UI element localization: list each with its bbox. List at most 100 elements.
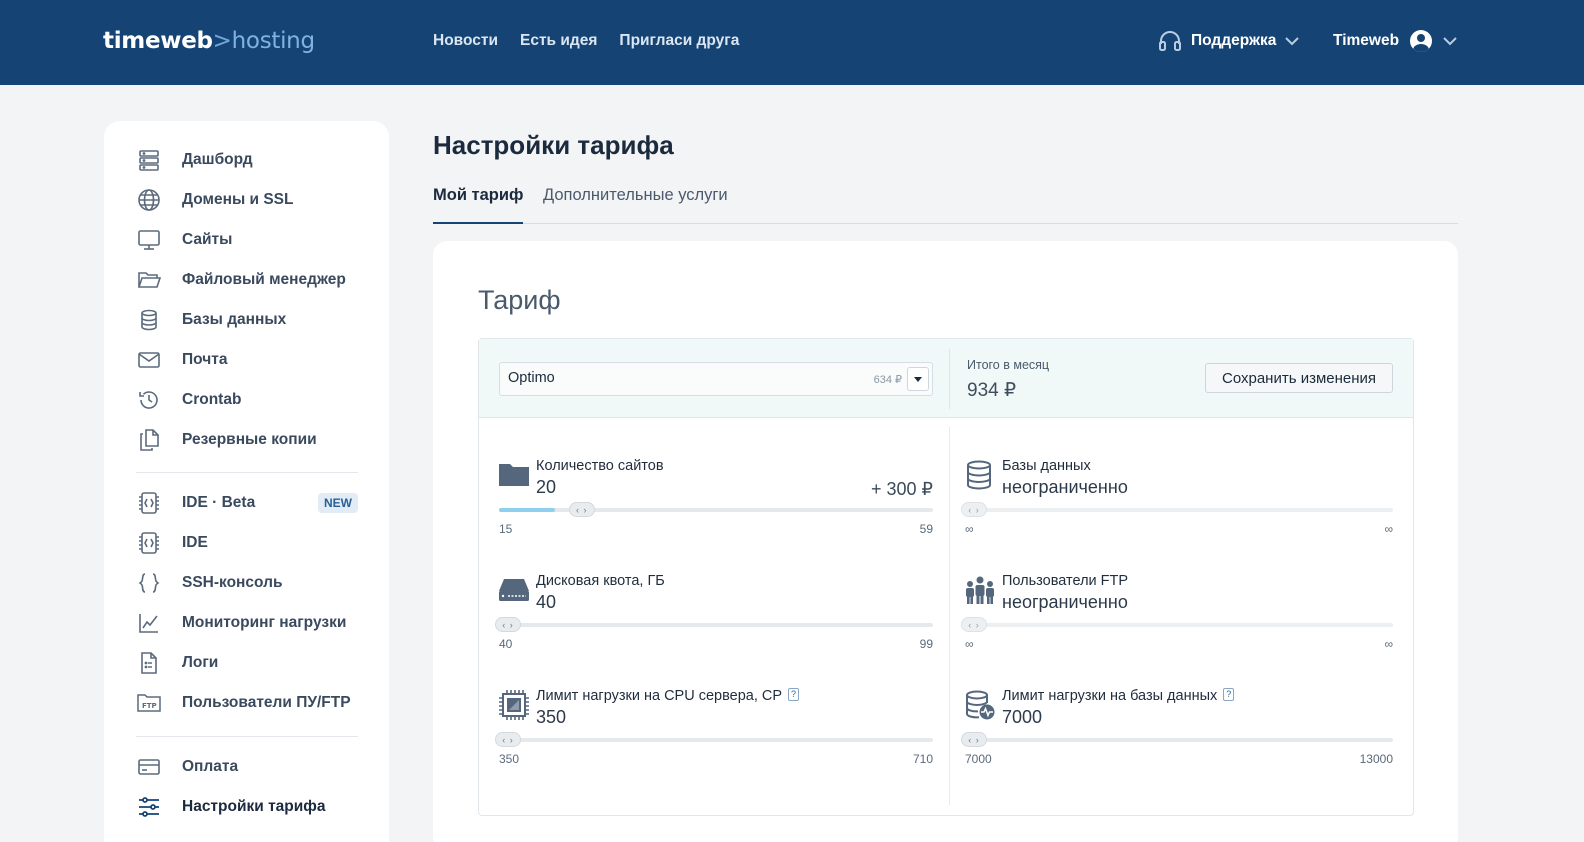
sidebar-item-ide-beta[interactable]: IDE · Beta NEW (136, 488, 358, 518)
slider-min: 15 (499, 522, 513, 536)
slider-thumb[interactable]: ‹ › (961, 617, 987, 632)
save-changes-button[interactable]: Сохранить изменения (1205, 363, 1393, 393)
avatar-icon (1410, 30, 1433, 52)
sidebar-item-ide[interactable]: IDE (136, 528, 358, 558)
plan-select[interactable]: Optimo 634 ₽ (499, 362, 933, 396)
sidebar-item-logs[interactable]: Логи (136, 648, 358, 678)
slider-track[interactable]: ‹ › (495, 617, 933, 632)
tariff-panel: Optimo 634 ₽ Итого в месяц 934 ₽ Сохрани… (478, 338, 1414, 816)
column-divider (949, 427, 950, 805)
slider-track[interactable]: ‹ › (961, 732, 1393, 747)
slider-thumb[interactable]: ‹ › (961, 502, 987, 517)
chart-line-icon (136, 610, 162, 636)
support-menu[interactable]: Поддержка (1158, 30, 1300, 52)
nav-idea[interactable]: Есть идея (520, 32, 597, 50)
param-disk-quota: Дисковая квота, ГБ 40 ‹ › 40 99 (495, 573, 933, 673)
sidebar-item-label: SSH-консоль (182, 574, 283, 591)
support-label: Поддержка (1191, 32, 1277, 49)
sidebar-item-monitoring[interactable]: Мониторинг нагрузки (136, 608, 358, 638)
sidebar-item-label: Оплата (182, 758, 239, 775)
tariff-card-title: Тариф (478, 285, 561, 315)
sidebar-item-tariff-settings[interactable]: Настройки тарифа (136, 792, 358, 822)
sidebar-item-ssh[interactable]: SSH-консоль (136, 568, 358, 598)
sidebar-item-label: Пользователи ПУ/FTP (182, 694, 351, 711)
param-value: 40 (536, 592, 557, 612)
tariff-card: Тариф Optimo 634 ₽ Итого в месяц 934 ₽ С… (433, 241, 1458, 842)
param-label-text: Лимит нагрузки на базы данных (1002, 688, 1218, 704)
param-label-text: Лимит нагрузки на CPU сервера, CP (536, 688, 783, 704)
folder-icon (499, 460, 529, 490)
param-label: Количество сайтов (536, 458, 664, 474)
nav-news[interactable]: Новости (433, 32, 498, 50)
slider-min: 350 (499, 752, 520, 766)
sidebar-item-label: Настройки тарифа (182, 798, 326, 815)
help-icon[interactable]: ? (1223, 688, 1235, 701)
param-label: Дисковая квота, ГБ (536, 573, 665, 589)
slider-track[interactable]: ‹ › (499, 502, 933, 517)
database-icon (136, 307, 162, 333)
param-label: Пользователи FTP (1002, 573, 1129, 589)
sidebar-item-crontab[interactable]: Crontab (136, 385, 358, 415)
user-menu[interactable]: Timeweb (1333, 30, 1457, 52)
sidebar-item-label: Мониторинг нагрузки (182, 614, 347, 631)
sidebar-item-payment[interactable]: Оплата (136, 752, 358, 782)
sidebar-item-label: Сайты (182, 231, 233, 248)
slider-thumb[interactable]: ‹ › (961, 732, 987, 747)
help-icon[interactable]: ? (788, 688, 800, 701)
dropdown-caret-icon[interactable] (907, 367, 929, 391)
users-icon (965, 575, 995, 605)
slider-max: 710 (912, 752, 933, 766)
tab-my-tariff[interactable]: Мой тариф (433, 186, 524, 224)
plan-name: Optimo (508, 370, 555, 386)
slider-max: ∞ (1384, 637, 1393, 651)
sidebar-item-label: Почта (182, 351, 228, 368)
sidebar-item-label: Логи (182, 654, 219, 671)
slider-min: ∞ (965, 637, 974, 651)
sidebar-item-label: Дашборд (182, 151, 253, 168)
svg-text:FTP: FTP (142, 702, 157, 710)
slider-thumb[interactable]: ‹ › (495, 617, 521, 632)
tab-additional-services[interactable]: Дополнительные услуги (543, 186, 728, 219)
sidebar-item-label: Crontab (182, 391, 242, 408)
slider-max: ∞ (1384, 522, 1393, 536)
sidebar-divider (136, 472, 358, 473)
slider-max: 99 (919, 637, 933, 651)
slider-thumb[interactable]: ‹ › (568, 502, 595, 517)
logo[interactable]: timeweb>hosting (103, 28, 315, 54)
param-value: 7000 (1002, 707, 1043, 727)
sidebar-item-domains[interactable]: Домены и SSL (136, 185, 358, 215)
slider-thumb[interactable]: ‹ › (495, 732, 521, 747)
sidebar-item-label: Домены и SSL (182, 191, 294, 208)
sidebar-item-databases[interactable]: Базы данных (136, 305, 358, 335)
sidebar-item-label: Резервные копии (182, 431, 317, 448)
sidebar-item-ftp-users[interactable]: FTP Пользователи ПУ/FTP (136, 688, 358, 718)
sliders-icon (136, 794, 162, 820)
slider-min: 7000 (965, 752, 992, 766)
param-label: Базы данных (1002, 458, 1091, 474)
database-load-icon (965, 690, 995, 720)
total-label: Итого в месяц (967, 358, 1050, 372)
tabs: Мой тариф Дополнительные услуги (433, 186, 1458, 224)
sidebar-item-backups[interactable]: Резервные копии (136, 425, 358, 455)
param-value: неограниченно (1002, 477, 1128, 497)
slider-max: 13000 (1359, 752, 1393, 766)
param-value: неограниченно (1002, 592, 1128, 612)
nav-invite[interactable]: Пригласи друга (619, 32, 739, 50)
sidebar-item-file-manager[interactable]: Файловый менеджер (136, 265, 358, 295)
globe-icon (136, 187, 162, 213)
cpu-icon (499, 690, 529, 720)
sidebar-item-sites[interactable]: Сайты (136, 225, 358, 255)
hard-drive-icon (499, 575, 529, 605)
slider-track[interactable]: ‹ › (961, 502, 1393, 517)
tariff-panel-header: Optimo 634 ₽ Итого в месяц 934 ₽ Сохрани… (479, 339, 1413, 418)
chevron-down-icon (1285, 36, 1300, 45)
sidebar-item-dashboard[interactable]: Дашборд (136, 145, 358, 175)
sidebar: Дашборд Домены и SSL Сайты Файловый мене… (104, 121, 389, 842)
slider-track[interactable]: ‹ › (961, 617, 1393, 632)
page-title: Настройки тарифа (433, 130, 674, 160)
slider-fill (499, 508, 555, 512)
slider-track[interactable]: ‹ › (495, 732, 933, 747)
copies-icon (136, 427, 162, 453)
param-cpu-limit: Лимит нагрузки на CPU сервера, CP? 350 ‹… (495, 688, 933, 788)
sidebar-item-mail[interactable]: Почта (136, 345, 358, 375)
